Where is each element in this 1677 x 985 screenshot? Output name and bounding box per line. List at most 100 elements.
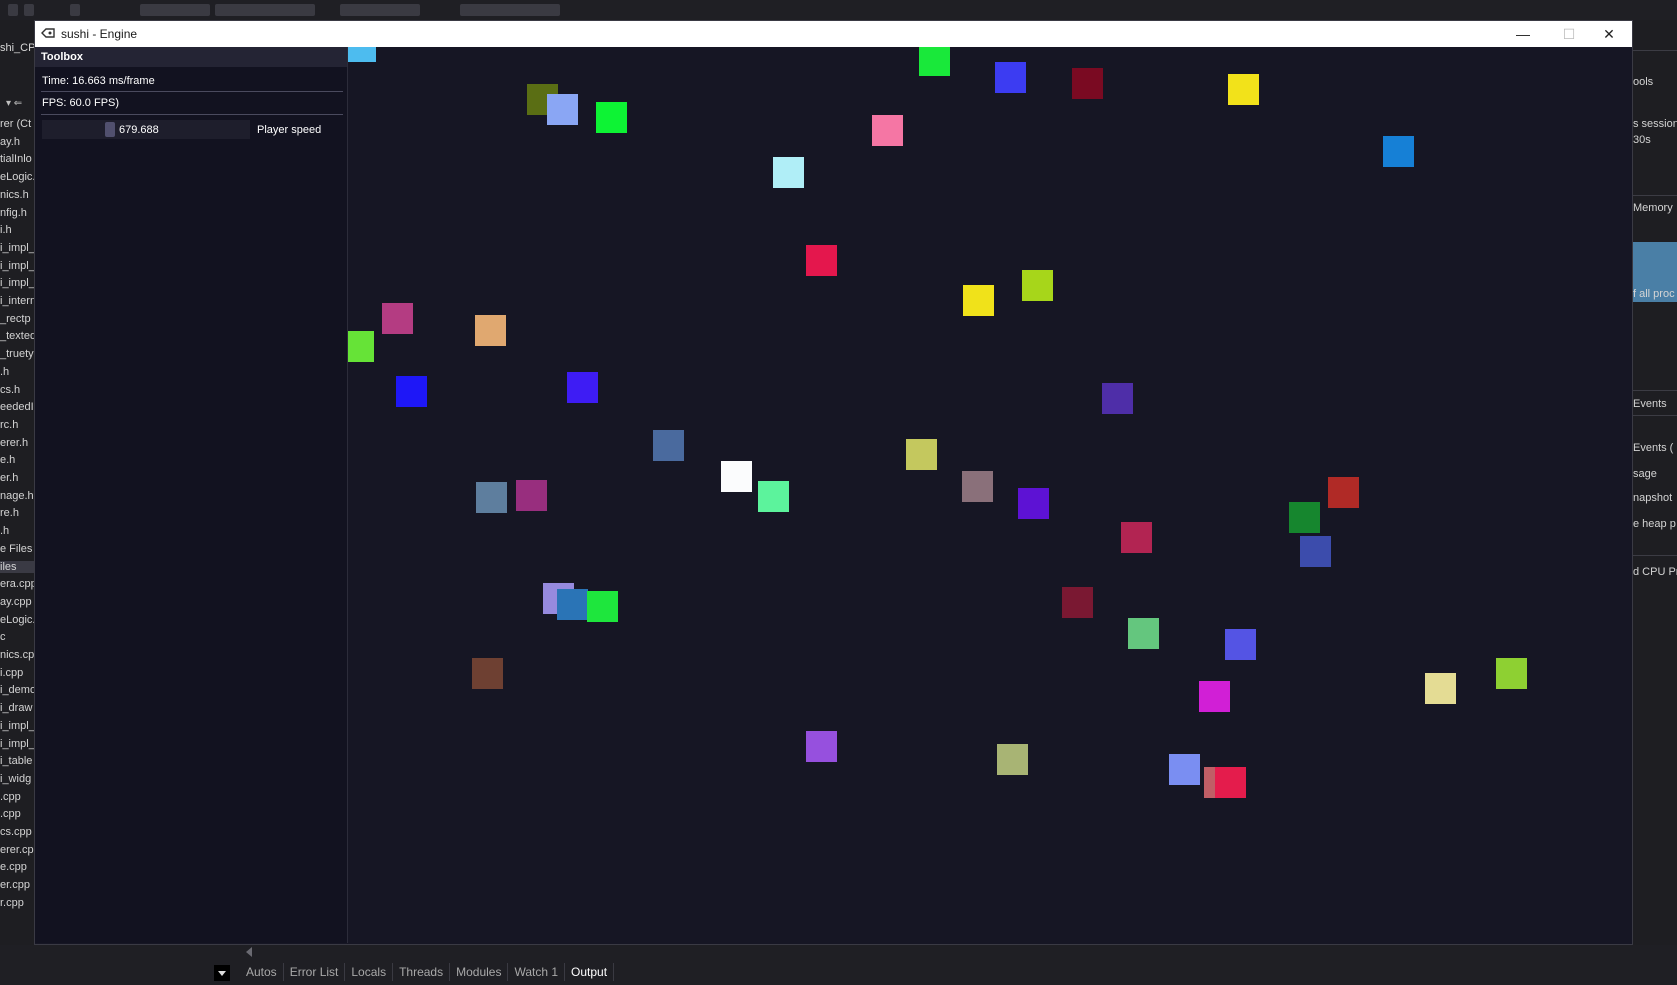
solution-file-item[interactable]: ay.cpp [0,596,32,608]
game-entity-square [995,62,1026,93]
game-entity-square [1300,536,1331,567]
solution-file-item[interactable]: rc.h [0,419,18,431]
toolbar-dropdown[interactable] [460,4,560,16]
toolbar-dropdown[interactable] [215,4,315,16]
game-entity-square [758,481,789,512]
solution-file-item[interactable]: i.h [0,224,12,236]
solution-file-item[interactable]: _rectp [0,313,31,325]
solution-file-item[interactable]: .h [0,366,9,378]
solution-file-item[interactable]: i_impl_ [0,277,34,289]
tab-locals[interactable]: Locals [345,963,394,981]
diagnostic-label: napshot [1633,492,1673,504]
solution-file-item[interactable]: .cpp [0,808,21,820]
game-entity-square [872,115,903,146]
dropdown-chevron-icon[interactable] [214,965,230,981]
game-entity-square [806,731,837,762]
game-entity-square [962,471,993,502]
window-title: sushi - Engine [61,27,138,41]
solution-file-item[interactable]: i_table [0,755,32,767]
minimize-button[interactable]: — [1500,21,1546,47]
game-entity-square [476,482,507,513]
solution-file-item[interactable]: r.cpp [0,897,24,909]
game-entity-square [1121,522,1152,553]
project-name[interactable]: shi_CP [0,42,34,54]
solution-file-item[interactable]: i_impl_ [0,260,34,272]
game-entity-square [721,461,752,492]
solution-file-item[interactable]: i_impl_ [0,720,34,732]
solution-file-item[interactable]: i_demo [0,684,34,696]
scroll-left-icon[interactable] [246,947,252,957]
solution-file-item[interactable]: eededI [0,401,34,413]
game-entity-square [1169,754,1200,785]
solution-file-item[interactable]: ay.h [0,136,20,148]
solution-file-item[interactable]: erer.h [0,437,28,449]
slider-grab-handle[interactable] [105,122,115,137]
player-speed-label: Player speed [257,124,322,136]
solution-file-item[interactable]: cs.cpp [0,826,32,838]
solution-file-item[interactable]: _truety [0,348,34,360]
solution-file-item[interactable]: i_impl_ [0,242,34,254]
toolbar-icon[interactable] [8,4,18,16]
toolbar-icon[interactable] [70,4,80,16]
game-entity-square [567,372,598,403]
solution-file-item[interactable]: rer (Ct [0,118,31,130]
solution-file-item[interactable]: nfig.h [0,207,27,219]
solution-file-item[interactable]: nics.cp [0,649,34,661]
solution-file-item[interactable]: era.cpp [0,578,34,590]
game-entity-square [773,157,804,188]
toolbar-dropdown[interactable] [340,4,420,16]
game-entity-square [1199,681,1230,712]
solution-file-item[interactable]: .h [0,525,9,537]
app-icon [41,28,55,38]
tab-autos[interactable]: Autos [240,963,284,981]
game-entity-square [516,480,547,511]
game-entity-square [906,439,937,470]
solution-file-item[interactable]: nage.h [0,490,34,502]
ide-toolbar [0,0,1677,20]
solution-file-item[interactable]: er.h [0,472,18,484]
fps-text: FPS: 60.0 FPS) [42,97,120,109]
toolbar-dropdown[interactable] [140,4,210,16]
title-bar: sushi - Engine — ☐ ✕ [35,21,1632,47]
solution-file-item[interactable]: tialInlo [0,153,32,165]
solution-file-item[interactable]: iles [0,560,34,573]
toolbar-icon[interactable] [24,4,34,16]
bottom-tabs: Autos Error List Locals Threads Modules Watch… [240,963,615,981]
tab-output[interactable]: Output [565,963,615,981]
solution-file-item[interactable]: eLogic. [0,614,34,626]
tab-error-list[interactable]: Error List [284,963,346,981]
tab-watch-1[interactable]: Watch 1 [508,963,566,981]
solution-file-item[interactable]: i.cpp [0,667,23,679]
diagnostic-label: f all proc [1633,288,1675,300]
game-entity-square [963,285,994,316]
game-entity-square [472,658,503,689]
solution-file-item[interactable]: e.h [0,454,15,466]
tab-modules[interactable]: Modules [450,963,509,981]
engine-window: sushi - Engine — ☐ ✕ Toolbox Time: 16.66… [34,20,1633,945]
game-entity-square [1102,383,1133,414]
toolbox-header[interactable]: Toolbox [35,47,347,67]
solution-file-item[interactable]: i_draw [0,702,32,714]
solution-file-item[interactable]: .cpp [0,791,21,803]
solution-file-item[interactable]: nics.h [0,189,29,201]
close-button[interactable]: ✕ [1586,21,1632,47]
solution-file-item[interactable]: c [0,631,6,643]
render-canvas[interactable]: Toolbox Time: 16.663 ms/frame FPS: 60.0 … [35,47,1632,944]
ide-bottom-bar: Autos Error List Locals Threads Modules Watch… [0,945,1677,985]
solution-file-item[interactable]: erer.cp [0,844,34,856]
solution-file-item[interactable]: _texted [0,330,34,342]
solution-file-item[interactable]: er.cpp [0,879,30,891]
solution-file-item[interactable]: i_widg [0,773,31,785]
solution-file-item[interactable]: i_intern [0,295,34,307]
solution-file-item[interactable]: e.cpp [0,861,27,873]
solution-file-item[interactable]: cs.h [0,384,20,396]
game-entity-square [1215,767,1246,798]
solution-file-item[interactable]: i_impl_ [0,738,34,750]
diagnostic-label: 30s [1633,134,1651,146]
solution-file-item[interactable]: re.h [0,507,19,519]
solution-file-item[interactable]: e Files [0,543,32,555]
solution-file-item[interactable]: eLogic. [0,171,34,183]
tab-threads[interactable]: Threads [393,963,451,981]
diagnostic-label: Events ( [1633,442,1674,454]
collapse-icon[interactable]: ▾ ⇐ [6,98,22,109]
